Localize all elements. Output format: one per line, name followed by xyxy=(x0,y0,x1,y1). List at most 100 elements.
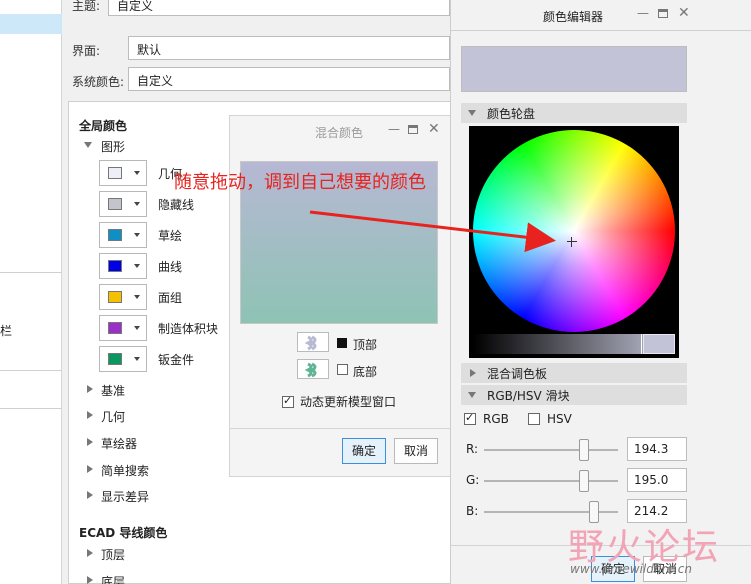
dynamic-update-label: 动态更新模型窗口 xyxy=(300,395,397,409)
wheel-section-label: 颜色轮盘 xyxy=(487,107,536,121)
maximize-icon[interactable] xyxy=(408,125,418,134)
g-value-field[interactable]: 195.0 xyxy=(627,468,687,492)
g-slider-track[interactable] xyxy=(484,480,618,482)
watermark-url: www.proewildfire.cn xyxy=(570,562,692,576)
tree-item-show-diff[interactable]: 显示差异 xyxy=(101,488,149,505)
expand-right-icon[interactable] xyxy=(87,491,93,499)
dropdown-arrow-icon xyxy=(134,357,140,361)
close-icon[interactable]: ✕ xyxy=(678,5,690,21)
blend-palette-label: 混合调色板 xyxy=(487,367,548,381)
interface-value: 默认 xyxy=(137,43,162,57)
tree-item-top-layer[interactable]: 顶层 xyxy=(101,546,125,563)
expand-right-icon[interactable] xyxy=(87,438,93,446)
dropdown-arrow-icon xyxy=(134,295,140,299)
color-swatch-button[interactable] xyxy=(99,253,147,279)
left-nav-divider xyxy=(0,408,62,409)
dropdown-arrow-icon xyxy=(134,202,140,206)
color-swatch xyxy=(108,198,122,210)
color-swatch-button[interactable] xyxy=(99,191,147,217)
color-swatch xyxy=(108,167,122,179)
expand-right-icon[interactable] xyxy=(87,465,93,473)
r-label: R: xyxy=(466,442,479,456)
tree-item-bottom-layer[interactable]: 底层 xyxy=(101,573,125,584)
minimize-icon[interactable]: — xyxy=(637,6,649,20)
expand-right-icon[interactable] xyxy=(87,385,93,393)
rgb-label: RGB xyxy=(483,412,509,426)
rgb-checkbox[interactable] xyxy=(464,411,476,425)
b-label: B: xyxy=(466,504,479,518)
color-editor-title: 颜色编辑器 xyxy=(543,10,604,24)
color-swatch-button[interactable] xyxy=(99,284,147,310)
minimize-icon[interactable]: — xyxy=(388,122,400,136)
value-slider-end xyxy=(643,334,675,354)
blend-dialog-title: 混合颜色 xyxy=(315,126,364,140)
maximize-icon[interactable] xyxy=(658,9,668,18)
top-label: 顶部 xyxy=(353,338,378,352)
color-item-label: 曲线 xyxy=(158,260,183,274)
color-swatch-button[interactable] xyxy=(99,315,147,341)
dynamic-update-checkbox[interactable] xyxy=(282,394,294,408)
blend-palette-section-header[interactable]: 混合调色板 xyxy=(461,363,687,383)
dialog-divider xyxy=(230,428,450,429)
graphics-group-label[interactable]: 图形 xyxy=(101,138,125,155)
theme-value: 自定义 xyxy=(117,0,154,13)
left-nav: 栏 xyxy=(0,0,62,584)
wheel-section-header[interactable]: 颜色轮盘 xyxy=(461,103,687,123)
blend-top-icon xyxy=(304,335,317,351)
blend-bottom-icon xyxy=(304,362,317,378)
rgb-hsv-label: RGB/HSV 滑块 xyxy=(487,389,570,403)
system-color-value: 自定义 xyxy=(137,74,174,88)
theme-label: 主题: xyxy=(72,0,101,13)
expand-down-icon xyxy=(468,110,476,116)
value-slider[interactable] xyxy=(473,334,675,354)
annotation-text: 随意拖动，调到自己想要的颜色 xyxy=(174,172,426,193)
r-value-field[interactable]: 194.3 xyxy=(627,437,687,461)
dropdown-arrow-icon xyxy=(134,171,140,175)
expand-down-icon[interactable] xyxy=(84,142,92,148)
expand-right-icon[interactable] xyxy=(87,576,93,584)
system-color-label: 系统颜色: xyxy=(72,75,125,89)
annotation-arrow-icon xyxy=(309,210,556,253)
color-swatch xyxy=(108,291,122,303)
color-item-label: 钣金件 xyxy=(158,353,195,367)
global-colors-title: 全局颜色 xyxy=(79,119,128,133)
r-slider-thumb[interactable] xyxy=(579,439,589,461)
interface-combo[interactable]: 默认 xyxy=(128,36,450,60)
left-nav-selected-item[interactable] xyxy=(0,14,62,34)
top-color-button[interactable] xyxy=(297,332,329,352)
tree-item-simple-search[interactable]: 简单搜索 xyxy=(101,462,149,479)
expand-right-icon xyxy=(470,369,476,377)
expand-right-icon[interactable] xyxy=(87,549,93,557)
left-nav-divider xyxy=(0,370,62,371)
value-slider-marker[interactable] xyxy=(641,334,642,354)
bottom-label: 底部 xyxy=(353,365,378,379)
color-swatch xyxy=(108,229,122,241)
color-preview xyxy=(461,46,687,92)
r-slider-track[interactable] xyxy=(484,449,618,451)
tree-item-sketcher[interactable]: 草绘器 xyxy=(101,435,137,452)
hsv-checkbox[interactable] xyxy=(528,413,540,425)
color-swatch-button[interactable] xyxy=(99,346,147,372)
interface-label: 界面: xyxy=(72,44,101,58)
expand-right-icon[interactable] xyxy=(87,411,93,419)
g-slider-thumb[interactable] xyxy=(579,470,589,492)
blend-ok-button[interactable]: 确定 xyxy=(342,438,386,464)
rgb-hsv-section-header[interactable]: RGB/HSV 滑块 xyxy=(461,385,687,405)
tree-item-datum[interactable]: 基准 xyxy=(101,382,125,399)
system-color-combo[interactable]: 自定义 xyxy=(128,67,450,91)
bottom-color-swatch xyxy=(337,364,348,375)
color-swatch xyxy=(108,353,122,365)
color-swatch-button[interactable] xyxy=(99,222,147,248)
left-nav-label[interactable]: 栏 xyxy=(0,322,12,339)
tree-item-geometry[interactable]: 几何 xyxy=(101,408,125,425)
close-icon[interactable]: ✕ xyxy=(428,121,440,137)
dropdown-arrow-icon xyxy=(134,326,140,330)
bottom-color-button[interactable] xyxy=(297,359,329,379)
dropdown-arrow-icon xyxy=(134,264,140,268)
color-editor-panel: 颜色编辑器 — ✕ 颜色轮盘 混合调色板 RGB/HSV 滑块 RGB HSV … xyxy=(450,0,751,584)
blend-cancel-button[interactable]: 取消 xyxy=(394,438,438,464)
hsv-label: HSV xyxy=(547,412,572,426)
theme-combo[interactable]: 自定义 xyxy=(108,0,450,16)
color-swatch-button[interactable] xyxy=(99,160,147,186)
ecad-colors-title: ECAD 导线颜色 xyxy=(79,526,168,540)
